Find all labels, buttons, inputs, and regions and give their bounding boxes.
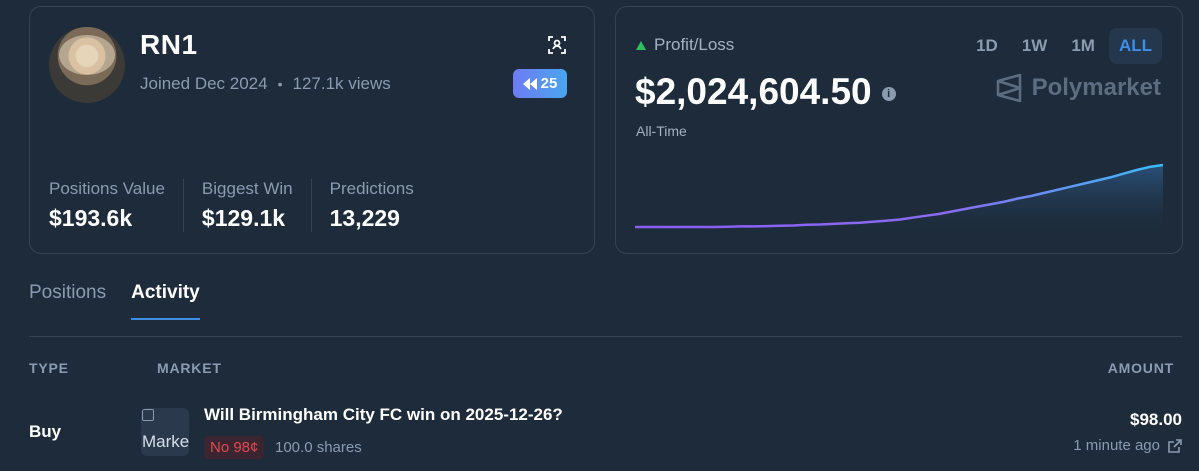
stat-value: $193.6k: [49, 205, 133, 231]
avatar[interactable]: [49, 27, 125, 103]
joined-date: Joined Dec 2024: [140, 74, 268, 93]
tab-positions[interactable]: Positions: [29, 282, 106, 320]
info-icon[interactable]: i: [881, 87, 896, 101]
rank-badge[interactable]: 25: [513, 69, 567, 98]
range-tab-1d[interactable]: 1D: [966, 28, 1008, 64]
range-tab-1m[interactable]: 1M: [1061, 28, 1105, 64]
profile-meta: Joined Dec 2024 • 127.1k views: [140, 74, 391, 94]
pnl-label: Profit/Loss: [636, 35, 734, 55]
username: RN1: [140, 29, 198, 60]
stat-biggest-win: Biggest Win $129.1k: [182, 179, 311, 232]
stat-label: Positions Value: [49, 179, 165, 198]
pnl-period: All-Time: [636, 123, 687, 139]
up-arrow-icon: [636, 40, 646, 50]
range-tab-all[interactable]: ALL: [1108, 28, 1162, 64]
separator-dot: •: [277, 76, 283, 92]
profile-card: RN1 Joined Dec 2024 • 127.1k views 25 Po…: [29, 6, 595, 254]
scan-icon[interactable]: [547, 35, 567, 55]
stat-value: 13,229: [329, 205, 400, 231]
market-thumbnail-alt: Market icon: [142, 432, 189, 451]
pnl-card: Profit/Loss 1D 1W 1M ALL $2,024,604.50 i…: [615, 6, 1183, 254]
share-count: 100.0 shares: [275, 439, 362, 456]
header-market: MARKET: [157, 360, 222, 376]
stat-label: Biggest Win: [201, 179, 293, 198]
range-tab-1w[interactable]: 1W: [1012, 28, 1058, 64]
stat-predictions: Predictions 13,229: [310, 179, 432, 232]
tab-activity[interactable]: Activity: [131, 282, 200, 320]
range-tabs: 1D 1W 1M ALL: [966, 28, 1162, 64]
pnl-label-text: Profit/Loss: [654, 35, 735, 54]
view-count: 127.1k views: [292, 74, 391, 93]
activity-type: Buy: [29, 422, 62, 441]
market-title[interactable]: Will Birmingham City FC win on 2025-12-2…: [204, 405, 563, 425]
brand-name: Polymarket: [1031, 74, 1161, 101]
header-amount: AMOUNT: [1107, 360, 1174, 376]
polymarket-logo: Polymarket: [996, 74, 1161, 102]
pnl-amount: $2,024,604.50: [635, 71, 872, 112]
pnl-value: $2,024,604.50 i: [635, 71, 896, 113]
stat-value: $129.1k: [201, 205, 286, 231]
external-link-icon[interactable]: [1168, 438, 1182, 453]
pnl-area: [635, 165, 1163, 235]
market-thumbnail[interactable]: Market icon: [141, 408, 189, 456]
polymarket-icon: [996, 74, 1021, 102]
activity-tabs: Positions Activity: [29, 282, 200, 320]
rewind-icon: [522, 77, 537, 90]
stat-positions-value: Positions Value $193.6k: [49, 179, 183, 232]
stat-label: Predictions: [329, 179, 414, 198]
activity-amount: $98.00: [1130, 410, 1182, 429]
profile-stats: Positions Value $193.6k Biggest Win $129…: [49, 179, 432, 232]
broken-image-icon: [142, 409, 154, 421]
tabs-divider: [29, 336, 1182, 337]
time-ago: 1 minute ago: [1073, 437, 1160, 454]
pnl-chart: [635, 163, 1163, 235]
activity-time: 1 minute ago: [1073, 437, 1182, 454]
rank-badge-value: 25: [540, 75, 558, 92]
header-type: TYPE: [29, 360, 69, 376]
outcome-badge: No 98¢: [204, 436, 265, 459]
